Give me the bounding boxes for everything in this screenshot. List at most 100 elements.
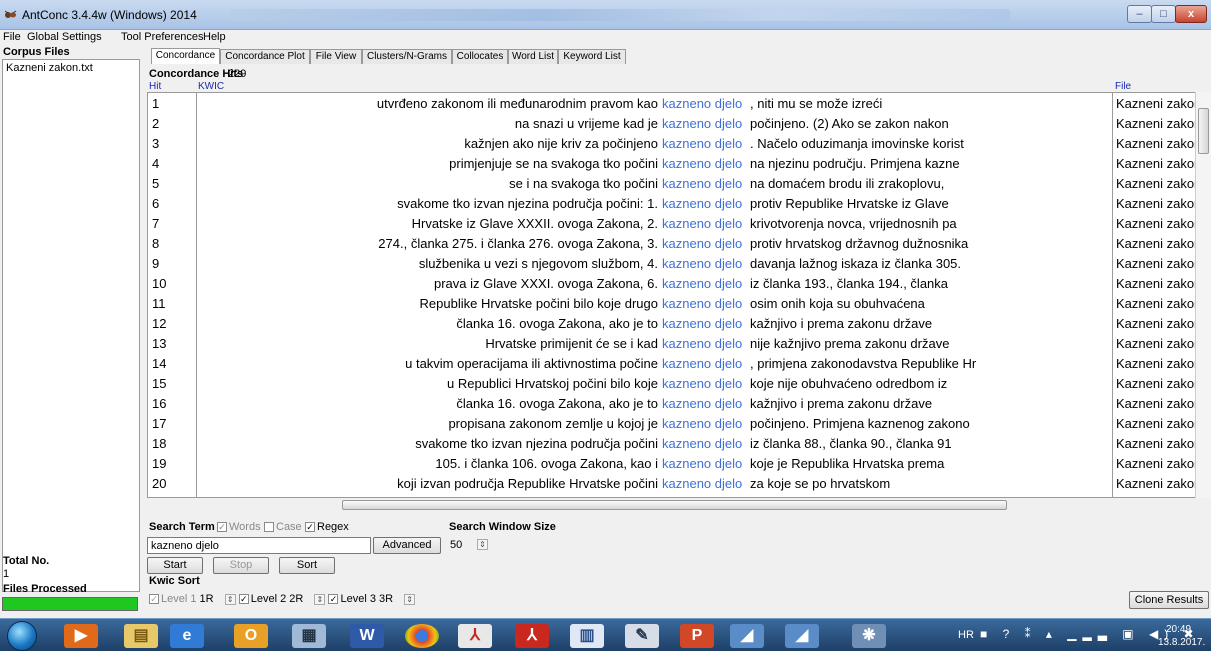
keyword-hit[interactable]: kazneno djelo <box>662 314 742 334</box>
search-window-size-value[interactable]: 50 <box>450 539 462 551</box>
window-size-spinner[interactable]: ⇕ <box>477 539 488 550</box>
keyword-hit[interactable]: kazneno djelo <box>662 194 742 214</box>
chrome-icon[interactable] <box>405 624 439 648</box>
minimize-button[interactable]: – <box>1127 5 1152 23</box>
kwic-row[interactable]: članka 16. ovoga Zakona, ako je to kaznen… <box>198 394 1113 414</box>
file-cell[interactable]: Kazneni zakon <box>1116 274 1196 294</box>
level3-value[interactable]: 3R <box>379 593 393 605</box>
level1-spinner[interactable]: ⇕ <box>224 593 236 605</box>
file-cell[interactable]: Kazneni zakon <box>1116 454 1196 474</box>
level3-checkbox[interactable]: ✓ <box>328 594 339 605</box>
words-option[interactable]: ✓ Words <box>217 521 261 533</box>
powerpoint-icon[interactable]: P <box>680 624 714 648</box>
keyword-hit[interactable]: kazneno djelo <box>662 174 742 194</box>
file-cell[interactable]: Kazneni zakon <box>1116 294 1196 314</box>
keyword-hit[interactable]: kazneno djelo <box>662 294 742 314</box>
kwic-row[interactable]: Hrvatske iz Glave XXXII. ovoga Zakona, 2… <box>198 214 1113 234</box>
tab-file-view[interactable]: File View <box>310 49 362 64</box>
file-cell[interactable]: Kazneni zakon <box>1116 414 1196 434</box>
keyword-hit[interactable]: kazneno djelo <box>662 234 742 254</box>
words-checkbox[interactable]: ✓ <box>217 522 227 533</box>
level1-value[interactable]: 1R <box>200 593 214 605</box>
stop-button[interactable]: Stop <box>213 557 269 574</box>
vertical-scroll-thumb[interactable] <box>1198 108 1209 154</box>
calculator-icon[interactable]: ▦ <box>292 624 326 648</box>
pdf-reader-icon[interactable]: ⅄ <box>458 624 492 648</box>
file-cell[interactable]: Kazneni zakon <box>1116 354 1196 374</box>
language-indicator[interactable]: HR <box>958 629 974 641</box>
menu-global-settings[interactable]: Global Settings <box>27 31 102 43</box>
corpus-file-item[interactable]: Kazneni zakon.txt <box>6 62 93 74</box>
media-player-icon[interactable]: ▶ <box>64 624 98 648</box>
clock-date[interactable]: 13.8.2017. <box>1158 637 1205 648</box>
kwic-row[interactable]: primjenjuje se na svakoga tko počini kazn… <box>198 154 1113 174</box>
antconc-taskbar-icon[interactable]: ❋ <box>852 624 886 648</box>
keyword-hit[interactable]: kazneno djelo <box>662 94 742 114</box>
internet-explorer-icon[interactable]: e <box>170 624 204 648</box>
file-cell[interactable]: Kazneni zakon <box>1116 334 1196 354</box>
kwic-row[interactable]: 274., članka 275. i članka 276. ovoga Za… <box>198 234 1113 254</box>
kwic-row[interactable]: kažnjen ako nije kriv za počinjeno kaznen… <box>198 134 1113 154</box>
kwic-row[interactable]: na snazi u vrijeme kad je kazneno djelo p… <box>198 114 1113 134</box>
word-icon[interactable]: W <box>350 624 384 648</box>
kwic-row[interactable]: koji izvan područja Republike Hrvatske p… <box>198 474 1113 494</box>
keyword-hit[interactable]: kazneno djelo <box>662 394 742 414</box>
clock-time[interactable]: 20:49 <box>1166 624 1191 635</box>
keyword-hit[interactable]: kazneno djelo <box>662 354 742 374</box>
file-cell[interactable]: Kazneni zakon <box>1116 374 1196 394</box>
tab-keyword-list[interactable]: Keyword List <box>558 49 626 64</box>
kwic-column-header[interactable]: KWIC <box>198 81 224 92</box>
file-cell[interactable]: Kazneni zakon <box>1116 114 1196 134</box>
case-option[interactable]: Case <box>264 521 302 533</box>
file-cell[interactable]: Kazneni zakon <box>1116 174 1196 194</box>
keyword-hit[interactable]: kazneno djelo <box>662 434 742 454</box>
tab-concordance[interactable]: Concordance <box>151 48 220 64</box>
menu-file[interactable]: File <box>3 31 21 43</box>
file-cell[interactable]: Kazneni zakon <box>1116 134 1196 154</box>
kwic-row[interactable]: propisana zakonom zemlje u kojoj je kazne… <box>198 414 1113 434</box>
keyword-hit[interactable]: kazneno djelo <box>662 334 742 354</box>
keyword-hit[interactable]: kazneno djelo <box>662 414 742 434</box>
start-button-orb[interactable] <box>7 621 37 651</box>
file-cell[interactable]: Kazneni zakon <box>1116 394 1196 414</box>
kwic-row[interactable]: u Republici Hrvatskoj počini bilo koje ka… <box>198 374 1113 394</box>
keyword-hit[interactable]: kazneno djelo <box>662 154 742 174</box>
close-button[interactable]: x <box>1175 5 1207 23</box>
level2-checkbox[interactable]: ✓ <box>238 594 249 605</box>
kwic-row[interactable]: se i na svakoga tko počini kazneno djelo … <box>198 174 1113 194</box>
file-cell[interactable]: Kazneni zakon <box>1116 314 1196 334</box>
kwic-row[interactable]: 105. i članka 106. ovoga Zakona, kao i ka… <box>198 454 1113 474</box>
file-cell[interactable]: Kazneni zakon <box>1116 474 1196 494</box>
file-cell[interactable]: Kazneni zakon <box>1116 234 1196 254</box>
paint-icon[interactable]: ✎ <box>625 624 659 648</box>
regex-option[interactable]: ✓ Regex <box>305 521 349 533</box>
sort-button[interactable]: Sort <box>279 557 335 574</box>
horizontal-scroll-thumb[interactable] <box>342 500 1007 510</box>
level2-spinner[interactable]: ⇕ <box>314 593 326 605</box>
file-column-header[interactable]: File <box>1115 81 1131 92</box>
concordance-table[interactable]: 1 2 3 4 5 6 7 8 9 10 11 12 13 14 15 16 17 18 19 20 utvrđeno… <box>147 92 1211 498</box>
keyword-hit[interactable]: kazneno djelo <box>662 474 742 494</box>
advanced-button[interactable]: Advanced <box>373 537 441 554</box>
file-explorer-icon[interactable]: ▤ <box>124 624 158 648</box>
file-cell[interactable]: Kazneni zakon <box>1116 154 1196 174</box>
kwic-row[interactable]: Republike Hrvatske počini bilo koje drug… <box>198 294 1113 314</box>
kwic-row[interactable]: utvrđeno zakonom ili međunarodnim pravom… <box>198 94 1113 114</box>
hit-column-header[interactable]: Hit <box>149 81 161 92</box>
level2-value[interactable]: 2R <box>289 593 303 605</box>
tab-clusters-ngrams[interactable]: Clusters/N-Grams <box>362 49 452 64</box>
keyword-hit[interactable]: kazneno djelo <box>662 374 742 394</box>
menu-tool-preferences[interactable]: Tool Preferences <box>121 31 204 43</box>
acrobat-icon[interactable]: ⅄ <box>515 624 549 648</box>
keyword-hit[interactable]: kazneno djelo <box>662 114 742 134</box>
keyword-hit[interactable]: kazneno djelo <box>662 274 742 294</box>
file-cell[interactable]: Kazneni zakon <box>1116 94 1196 114</box>
corpus-file-list[interactable]: Kazneni zakon.txt <box>2 59 140 592</box>
file-cell[interactable]: Kazneni zakon <box>1116 254 1196 274</box>
kwic-row[interactable]: Hrvatske primijenit će se i kad kazneno d… <box>198 334 1113 354</box>
keyword-hit[interactable]: kazneno djelo <box>662 254 742 274</box>
search-term-input[interactable] <box>147 537 371 554</box>
case-checkbox[interactable] <box>264 522 274 533</box>
keyword-hit[interactable]: kazneno djelo <box>662 134 742 154</box>
regex-checkbox[interactable]: ✓ <box>305 522 315 533</box>
